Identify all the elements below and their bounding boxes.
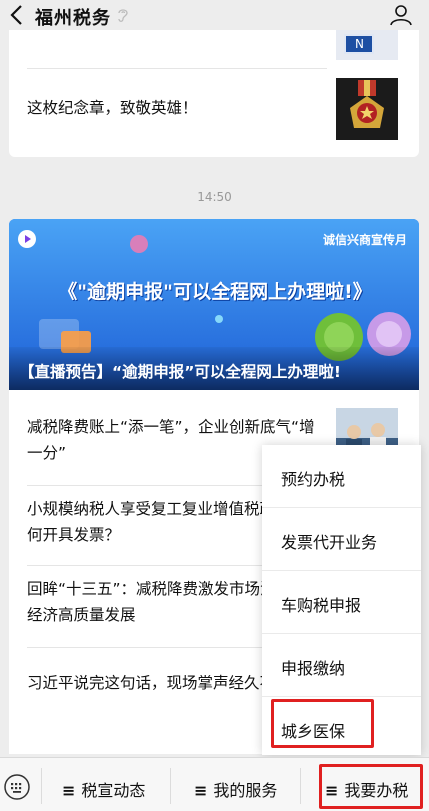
article-title[interactable]: 这枚纪念章，致敬英雄！: [27, 96, 198, 118]
back-arrow-icon[interactable]: [8, 4, 26, 26]
banner-headline: 《"逾期申报"可以全程网上办理啦!》: [58, 281, 372, 303]
profile-icon[interactable]: [389, 3, 413, 27]
divider: [27, 68, 327, 69]
divider: [41, 768, 42, 804]
keyboard-icon[interactable]: [4, 774, 30, 800]
article-row-partial[interactable]: [9, 30, 419, 69]
menu-item-label: 发票代开业务: [281, 533, 378, 552]
divider: [300, 768, 301, 804]
banner-caption-text: 【直播预告】“逾期申报”可以全程网上办理啦!: [19, 363, 341, 381]
tab-my-services[interactable]: ≡ 我的服务: [194, 777, 277, 801]
ear-icon: [118, 9, 128, 22]
tab-label: 我的服务: [213, 781, 278, 800]
menu-item-invoice[interactable]: 发票代开业务: [262, 508, 421, 570]
divider: [170, 768, 171, 804]
menu-item-label: 申报缴纳: [281, 659, 346, 678]
menu-icon: ≡: [325, 781, 339, 800]
timestamp: 14:50: [197, 190, 232, 204]
menu-item-appointment[interactable]: 预约办税: [262, 445, 421, 507]
tab-tax-news[interactable]: ≡ 税宣动态: [62, 777, 145, 801]
tab-label: 税宣动态: [81, 781, 146, 800]
banner-tag: 诚信兴商宣传月: [322, 233, 407, 247]
banner-image[interactable]: 诚信兴商宣传月 《"逾期申报"可以全程网上办理啦!》 【直播预告】“逾期申报”可…: [9, 219, 419, 390]
article-thumbnail: [336, 30, 398, 60]
menu-item-label: 预约办税: [281, 470, 346, 489]
video-icon: [18, 230, 36, 248]
article-card[interactable]: 这枚纪念章，致敬英雄！: [9, 30, 419, 157]
menu-icon: ≡: [62, 781, 76, 800]
account-title: 福州税务: [35, 8, 111, 29]
menu-item-declare-pay[interactable]: 申报缴纳: [262, 634, 421, 696]
menu-item-medical-insurance[interactable]: 城乡医保: [262, 697, 421, 759]
medal-thumbnail: [336, 78, 398, 140]
service-menu: 预约办税 发票代开业务 车购税申报 申报缴纳 城乡医保: [262, 445, 421, 755]
menu-item-vehicle-tax[interactable]: 车购税申报: [262, 571, 421, 633]
menu-item-label: 城乡医保: [281, 722, 346, 741]
menu-item-label: 车购税申报: [281, 596, 362, 615]
tab-label: 我要办税: [344, 781, 409, 800]
tab-tax-handling[interactable]: ≡ 我要办税: [325, 777, 408, 801]
menu-icon: ≡: [194, 781, 208, 800]
top-bar: 福州税务: [0, 0, 429, 30]
banner-caption: 【直播预告】“逾期申报”可以全程网上办理啦!: [9, 347, 419, 390]
